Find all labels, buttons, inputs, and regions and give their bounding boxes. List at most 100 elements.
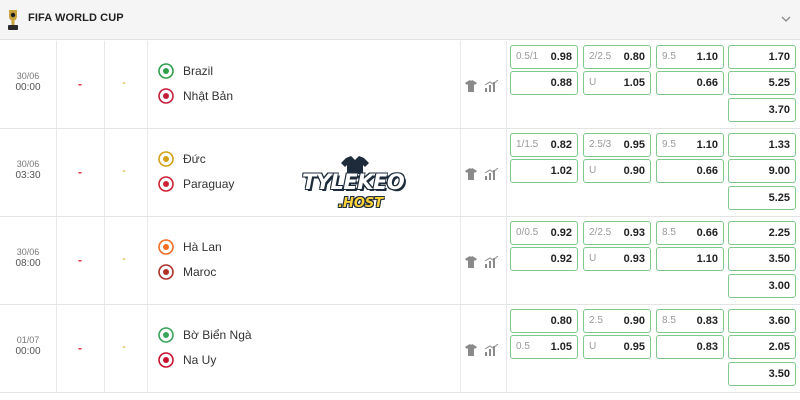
corner-odd-button[interactable]: 0.83 xyxy=(656,335,724,359)
away-team-flag-icon xyxy=(158,352,174,368)
trophy-icon xyxy=(8,10,18,30)
corner-odd-button[interactable]: 1.10 xyxy=(656,247,724,271)
home-team[interactable]: Hà Lan xyxy=(158,238,222,256)
odd-value: 0.95 xyxy=(623,341,645,353)
stats-icon[interactable] xyxy=(485,80,498,92)
match-row[interactable]: 30/06 00:00 - - Brazil Nhật Bản 0.5/1 0.98… xyxy=(0,41,800,129)
column-divider xyxy=(147,217,148,304)
league-header[interactable]: FIFA WORLD CUP xyxy=(0,0,800,40)
handicap-odd-button[interactable]: 0.80 xyxy=(510,309,578,333)
handicap-odd-button[interactable]: 0.92 xyxy=(510,247,578,271)
odd-line: 2/2.5 xyxy=(589,51,612,62)
column-divider xyxy=(506,305,507,392)
handicap-odd-button[interactable]: 0/0.5 0.92 xyxy=(510,221,578,245)
corner-odd-button[interactable]: 9.5 1.10 xyxy=(656,45,724,69)
odd-value: 1.70 xyxy=(768,51,790,63)
match-datetime: 30/06 00:00 xyxy=(15,71,41,93)
odd-value: 0.88 xyxy=(550,77,572,89)
odd-value: 3.50 xyxy=(768,368,790,380)
stats-icon[interactable] xyxy=(485,168,498,180)
away-team-flag-icon xyxy=(158,88,174,104)
column-divider xyxy=(56,305,57,392)
odd-line: U xyxy=(589,77,597,88)
shirt-icon[interactable] xyxy=(465,256,477,268)
league-title: FIFA WORLD CUP xyxy=(28,12,124,24)
match-row[interactable]: 01/07 00:00 - - Bờ Biển Ngà Na Uy 0.80 2.5… xyxy=(0,305,800,393)
corner-odd-button[interactable]: 0.66 xyxy=(656,71,724,95)
shirt-icon[interactable] xyxy=(465,344,477,356)
match-datetime: 01/07 00:00 xyxy=(15,335,41,357)
1x2-odd-button[interactable]: 3.50 xyxy=(728,247,796,271)
handicap-odd-button[interactable]: 0.5/1 0.98 xyxy=(510,45,578,69)
handicap-odd-button[interactable]: 1.02 xyxy=(510,159,578,183)
home-team[interactable]: Đức xyxy=(158,150,206,168)
column-divider xyxy=(104,305,105,392)
stats-icon[interactable] xyxy=(485,344,498,356)
column-divider xyxy=(56,129,57,216)
stats-icon[interactable] xyxy=(485,256,498,268)
1x2-odd-button[interactable]: 5.25 xyxy=(728,71,796,95)
handicap-odd-button[interactable]: 0.5 1.05 xyxy=(510,335,578,359)
1x2-odd-button[interactable]: 3.50 xyxy=(728,362,796,386)
odd-line: 0.5/1 xyxy=(516,51,539,62)
over-under-odd-button[interactable]: U 0.95 xyxy=(583,335,651,359)
over-under-odd-button[interactable]: U 0.90 xyxy=(583,159,651,183)
over-under-odd-button[interactable]: 2/2.5 0.93 xyxy=(583,221,651,245)
1x2-odd-button[interactable]: 3.00 xyxy=(728,274,796,298)
1x2-odd-button[interactable]: 2.25 xyxy=(728,221,796,245)
odd-line: 2.5/3 xyxy=(589,139,612,150)
odd-line: U xyxy=(589,165,597,176)
over-under-odd-button[interactable]: U 0.93 xyxy=(583,247,651,271)
away-team[interactable]: Paraguay xyxy=(158,175,234,193)
odd-value: 0.98 xyxy=(550,51,572,63)
odd-value: 3.00 xyxy=(768,280,790,292)
column-divider xyxy=(104,217,105,304)
home-team[interactable]: Brazil xyxy=(158,62,213,80)
column-divider xyxy=(460,41,461,128)
match-datetime: 30/06 08:00 xyxy=(15,247,41,269)
odd-value: 0.66 xyxy=(696,227,718,239)
1x2-odd-button[interactable]: 1.70 xyxy=(728,45,796,69)
home-team-flag-icon xyxy=(158,63,174,79)
odd-value: 0.90 xyxy=(623,165,645,177)
over-under-odd-button[interactable]: U 1.05 xyxy=(583,71,651,95)
over-under-odd-button[interactable]: 2/2.5 0.80 xyxy=(583,45,651,69)
1x2-odd-button[interactable]: 1.33 xyxy=(728,133,796,157)
away-team[interactable]: Na Uy xyxy=(158,351,216,369)
match-row[interactable]: 30/06 08:00 - - Hà Lan Maroc 0/0.5 0.92 2/… xyxy=(0,217,800,305)
shirt-icon[interactable] xyxy=(465,168,477,180)
1x2-odd-button[interactable]: 9.00 xyxy=(728,159,796,183)
corner-odd-button[interactable]: 0.66 xyxy=(656,159,724,183)
odd-value: 0.92 xyxy=(550,253,572,265)
handicap-odd-button[interactable]: 1/1.5 0.82 xyxy=(510,133,578,157)
away-team[interactable]: Nhật Bản xyxy=(158,87,233,105)
handicap-odd-button[interactable]: 0.88 xyxy=(510,71,578,95)
odd-value: 1.10 xyxy=(696,51,718,63)
shirt-icon[interactable] xyxy=(465,80,477,92)
corner-odd-button[interactable]: 8.5 0.83 xyxy=(656,309,724,333)
1x2-odd-button[interactable]: 5.25 xyxy=(728,186,796,210)
away-team-flag-icon xyxy=(158,264,174,280)
column-divider xyxy=(506,217,507,304)
over-under-odd-button[interactable]: 2.5 0.90 xyxy=(583,309,651,333)
odd-line: 9.5 xyxy=(662,139,676,150)
odd-value: 2.05 xyxy=(768,341,790,353)
over-under-odd-button[interactable]: 2.5/3 0.95 xyxy=(583,133,651,157)
odd-line: 2.5 xyxy=(589,315,603,326)
column-divider xyxy=(147,41,148,128)
1x2-odd-button[interactable]: 3.60 xyxy=(728,309,796,333)
home-team[interactable]: Bờ Biển Ngà xyxy=(158,326,252,344)
home-score: - xyxy=(78,253,82,267)
away-team[interactable]: Maroc xyxy=(158,263,216,281)
1x2-odd-button[interactable]: 3.70 xyxy=(728,98,796,122)
odd-value: 0.83 xyxy=(696,315,718,327)
corner-odd-button[interactable]: 8.5 0.66 xyxy=(656,221,724,245)
1x2-odd-button[interactable]: 2.05 xyxy=(728,335,796,359)
corner-odd-button[interactable]: 9.5 1.10 xyxy=(656,133,724,157)
chevron-down-icon[interactable] xyxy=(780,13,792,25)
odd-value: 0.83 xyxy=(696,341,718,353)
column-divider xyxy=(147,305,148,392)
home-score: - xyxy=(78,77,82,91)
away-score: - xyxy=(122,165,126,177)
match-datetime: 30/06 03:30 xyxy=(15,159,41,181)
